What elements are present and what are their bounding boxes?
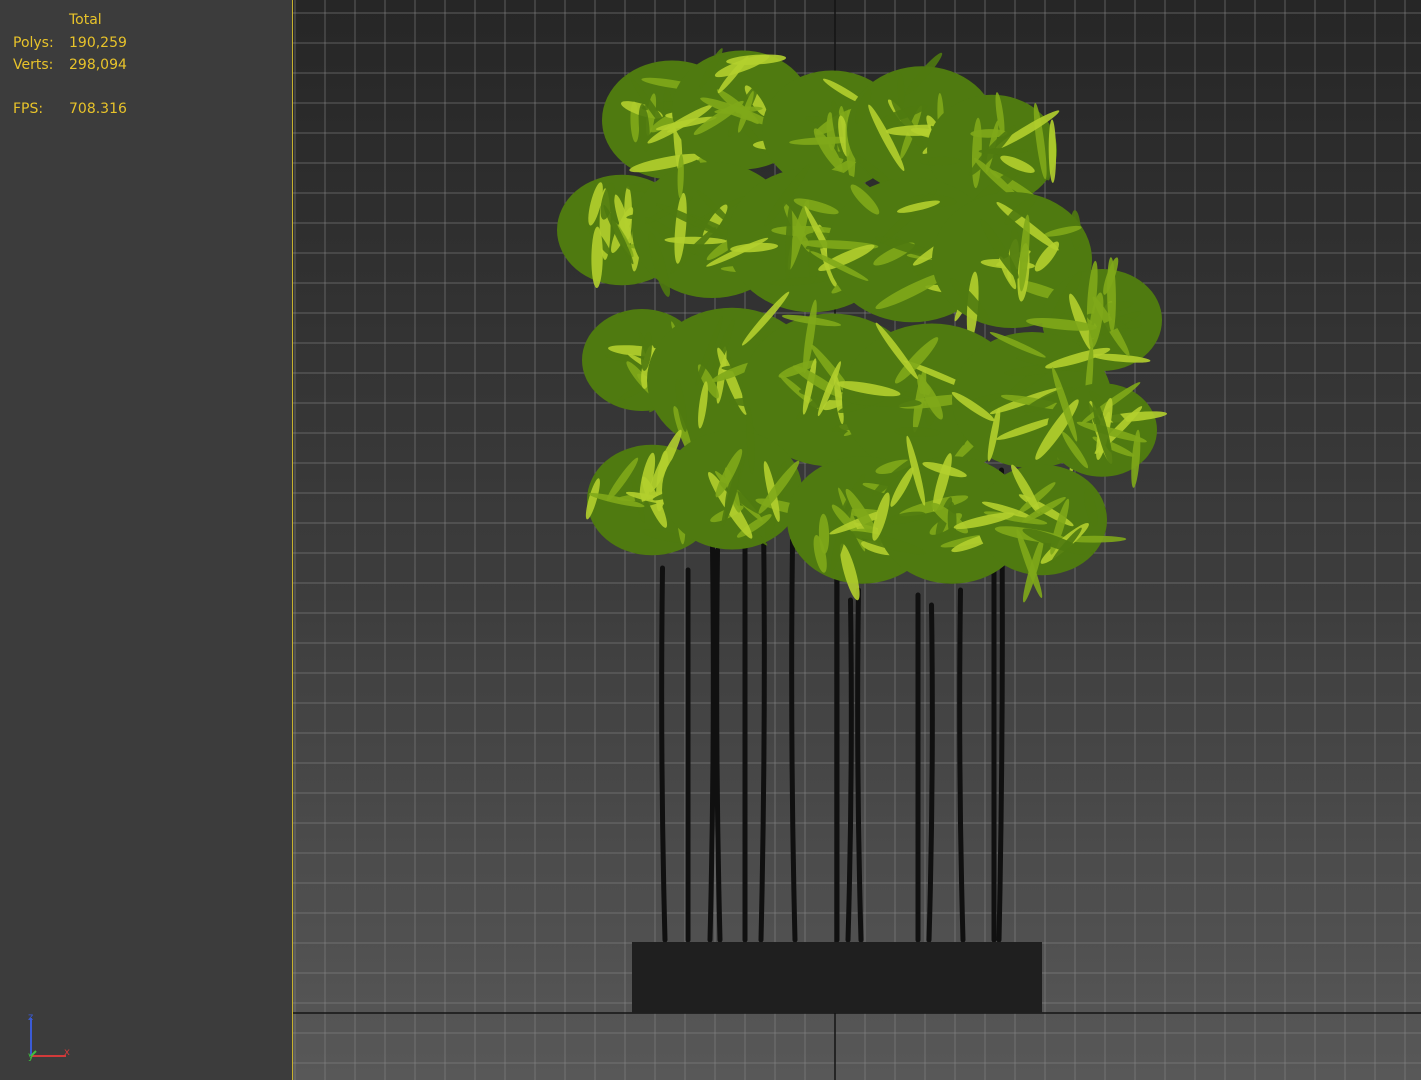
viewport-active-border	[292, 0, 293, 1080]
bamboo-stem	[659, 565, 668, 943]
verts-value: 298,094	[69, 57, 127, 73]
x-axis-label: x	[64, 1047, 70, 1058]
viewport-scene	[292, 0, 1421, 1080]
polys-value: 190,259	[69, 35, 127, 51]
front-viewport[interactable]	[292, 0, 1421, 1080]
bamboo-stem	[714, 547, 723, 943]
verts-label: Verts:	[13, 57, 54, 73]
bamboo-stem	[707, 542, 716, 943]
bamboo-stem	[758, 512, 767, 943]
stats-panel: Total Polys: 190,259 Verts: 298,094 FPS:…	[0, 0, 292, 1080]
fps-value: 708.316	[69, 101, 127, 117]
polys-label: Polys:	[13, 35, 54, 51]
z-axis-label: z	[28, 1012, 33, 1023]
axis-tripod-icon: z y x	[28, 1012, 70, 1062]
fps-label: FPS:	[13, 101, 44, 117]
stats-header: Total	[69, 12, 102, 28]
bamboo-stem	[926, 602, 935, 943]
bamboo-stem	[789, 537, 798, 943]
planter-box[interactable]	[632, 942, 1042, 1013]
bamboo-stem	[845, 597, 854, 943]
bamboo-foliage[interactable]	[557, 46, 1167, 603]
y-axis-label: y	[28, 1051, 34, 1062]
